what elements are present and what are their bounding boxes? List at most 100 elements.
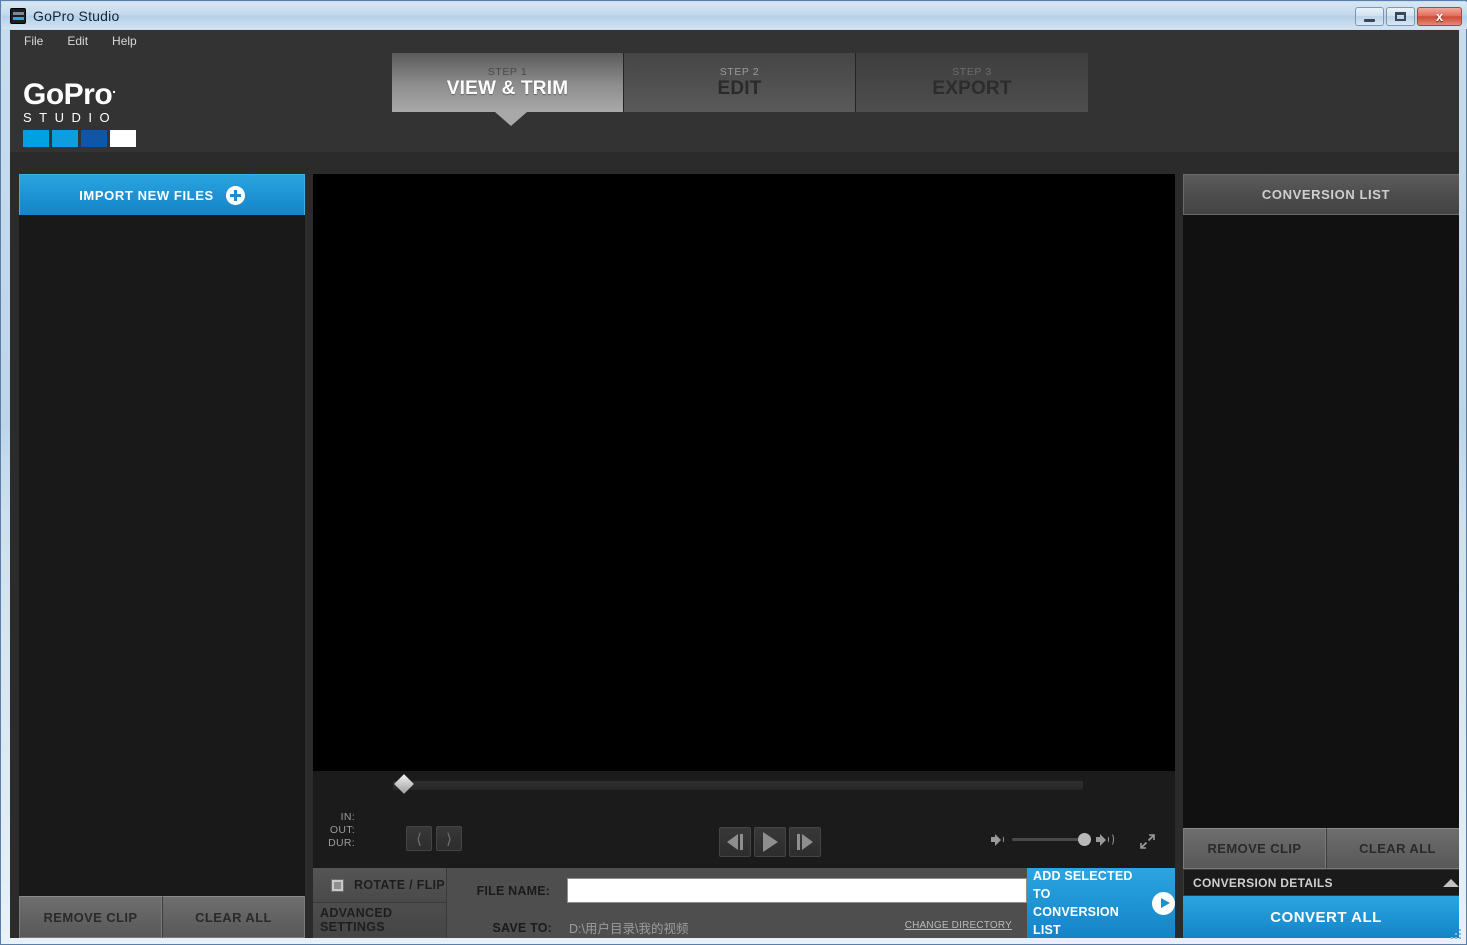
in-label: IN: xyxy=(340,811,355,823)
logo-swatch-3 xyxy=(81,130,107,147)
conversion-list[interactable] xyxy=(1183,215,1459,828)
previous-frame-button[interactable] xyxy=(719,827,751,857)
clear-all-button[interactable]: CLEAR ALL xyxy=(162,896,305,938)
previous-frame-icon xyxy=(727,834,738,850)
volume-slider-knob[interactable] xyxy=(1078,833,1091,846)
logo-swatch-1 xyxy=(23,130,49,147)
advanced-settings-button[interactable]: ADVANCED SETTINGS xyxy=(313,903,446,937)
set-out-point-button[interactable]: ⟩ xyxy=(436,826,462,851)
out-label: OUT: xyxy=(329,824,355,836)
trim-buttons: ⟨ ⟩ xyxy=(406,826,462,851)
conversion-list-header: CONVERSION LIST xyxy=(1183,174,1459,215)
next-frame-button[interactable] xyxy=(789,827,821,857)
tab-step-3-export[interactable]: STEP 3 EXPORT xyxy=(856,53,1088,112)
player-panel: IN: OUT: DUR: ⟨ ⟩ ROTATE / FLIP ADVANCED… xyxy=(313,174,1175,938)
import-new-files-label: IMPORT NEW FILES xyxy=(79,187,214,203)
conversion-remove-clip-button[interactable]: REMOVE CLIP xyxy=(1183,828,1326,869)
add-selected-label: ADD SELECTED TO CONVERSION LIST xyxy=(1033,867,1142,938)
volume-high-icon xyxy=(1096,833,1114,846)
playback-buttons xyxy=(719,827,821,857)
conversion-panel: CONVERSION LIST REMOVE CLIP CLEAR ALL CO… xyxy=(1183,174,1459,938)
add-selected-line-2: CONVERSION LIST xyxy=(1033,905,1120,937)
tab-step-1-view-trim[interactable]: STEP 1 VIEW & TRIM xyxy=(392,53,624,112)
in-out-duration-readout: IN: OUT: DUR: xyxy=(327,811,355,850)
logo-swatch-2 xyxy=(52,130,78,147)
step-3-number: STEP 3 xyxy=(952,65,992,78)
settings-left-column: ROTATE / FLIP ADVANCED SETTINGS xyxy=(313,868,447,938)
file-settings-column: FILE NAME: SAVE TO: D:\用户目录\我的视频 CHANGE … xyxy=(447,868,1027,938)
add-selected-to-conversion-list-button[interactable]: ADD SELECTED TO CONVERSION LIST xyxy=(1027,868,1175,938)
menu-item-help[interactable]: Help xyxy=(112,34,137,48)
step-1-number: STEP 1 xyxy=(487,65,528,78)
change-directory-link[interactable]: CHANGE DIRECTORY xyxy=(905,920,1012,931)
chevron-up-icon xyxy=(1443,878,1459,887)
export-settings-bar: ROTATE / FLIP ADVANCED SETTINGS FILE NAM… xyxy=(313,868,1175,938)
conversion-details-label: CONVERSION DETAILS xyxy=(1193,875,1333,890)
logo-product: STUDIO xyxy=(23,110,118,125)
logo-swatches xyxy=(23,130,147,147)
set-in-point-button[interactable]: ⟨ xyxy=(406,826,432,851)
save-to-path: D:\用户目录\我的视频 xyxy=(569,922,689,936)
volume-slider[interactable] xyxy=(1012,833,1091,846)
step-2-number: STEP 2 xyxy=(719,65,760,78)
logo-brand: GoPro. xyxy=(23,73,147,110)
step-tabs: STEP 1 VIEW & TRIM STEP 2 EDIT STEP 3 EX… xyxy=(392,53,1088,112)
timeline[interactable] xyxy=(313,771,1175,803)
close-button[interactable]: x xyxy=(1417,7,1462,26)
file-name-label: FILE NAME: xyxy=(476,883,551,898)
media-bin-panel: IMPORT NEW FILES REMOVE CLIP CLEAR ALL xyxy=(19,174,305,938)
menu-item-edit[interactable]: Edit xyxy=(67,34,88,48)
minimize-button[interactable] xyxy=(1355,7,1384,26)
menu-item-file[interactable]: File xyxy=(24,34,43,48)
speaker-wave-2 xyxy=(1108,833,1114,846)
file-name-input[interactable] xyxy=(567,878,1027,903)
save-to-label: SAVE TO: xyxy=(492,920,552,935)
volume-low-icon xyxy=(991,833,1004,846)
maximize-icon xyxy=(1395,12,1406,21)
application-window: GoPro Studio x File Edit Help GoPro. STU… xyxy=(0,0,1467,945)
next-frame-icon xyxy=(802,834,813,850)
main-content: IMPORT NEW FILES REMOVE CLIP CLEAR ALL I… xyxy=(10,152,1459,938)
app-body: File Edit Help GoPro. STUDIO STEP 1 VIEW… xyxy=(10,30,1459,938)
rotate-flip-checkbox[interactable] xyxy=(331,878,344,892)
conversion-list-actions: REMOVE CLIP CLEAR ALL xyxy=(1183,828,1459,869)
dur-label: DUR: xyxy=(328,837,355,849)
volume-control xyxy=(991,833,1114,846)
resize-grip[interactable] xyxy=(1449,927,1463,941)
plus-icon xyxy=(225,185,245,205)
next-frame-bar xyxy=(797,834,800,850)
play-button[interactable] xyxy=(754,827,786,857)
app-icon xyxy=(10,7,26,24)
logo-brand-mark: . xyxy=(112,80,116,96)
play-circle-icon xyxy=(1152,891,1175,915)
playhead-marker[interactable] xyxy=(394,774,414,794)
video-preview[interactable] xyxy=(313,174,1175,771)
window-controls: x xyxy=(1355,7,1462,26)
import-new-files-button[interactable]: IMPORT NEW FILES xyxy=(19,174,305,215)
tab-step-2-edit[interactable]: STEP 2 EDIT xyxy=(624,53,856,112)
expand-arrows-icon xyxy=(1140,834,1155,849)
title-bar: GoPro Studio x xyxy=(2,2,1467,29)
conversion-details-toggle[interactable]: CONVERSION DETAILS xyxy=(1183,869,1459,896)
close-icon: x xyxy=(1435,9,1444,24)
step-3-name: EXPORT xyxy=(932,77,1012,99)
header-bar: GoPro. STUDIO STEP 1 VIEW & TRIM STEP 2 … xyxy=(10,51,1459,152)
gopro-studio-logo: GoPro. STUDIO xyxy=(23,73,147,147)
fullscreen-icon[interactable] xyxy=(1139,833,1156,850)
step-2-name: EDIT xyxy=(717,77,762,99)
maximize-button[interactable] xyxy=(1386,7,1415,26)
play-icon xyxy=(762,832,778,852)
convert-all-button[interactable]: CONVERT ALL xyxy=(1183,896,1459,938)
minimize-icon xyxy=(1364,18,1375,22)
clip-list[interactable] xyxy=(19,215,305,896)
media-bin-actions: REMOVE CLIP CLEAR ALL xyxy=(19,896,305,938)
logo-brand-text: GoPro xyxy=(23,78,113,111)
rotate-flip-row[interactable]: ROTATE / FLIP xyxy=(313,868,446,903)
timeline-track[interactable] xyxy=(393,781,1083,790)
conversion-clear-all-button[interactable]: CLEAR ALL xyxy=(1326,828,1459,869)
file-name-row: FILE NAME: xyxy=(447,878,1027,903)
speaker-wave-1 xyxy=(1001,836,1004,843)
add-selected-line-1: ADD SELECTED TO xyxy=(1033,869,1133,901)
remove-clip-button[interactable]: REMOVE CLIP xyxy=(19,896,162,938)
active-step-pointer xyxy=(495,112,527,126)
